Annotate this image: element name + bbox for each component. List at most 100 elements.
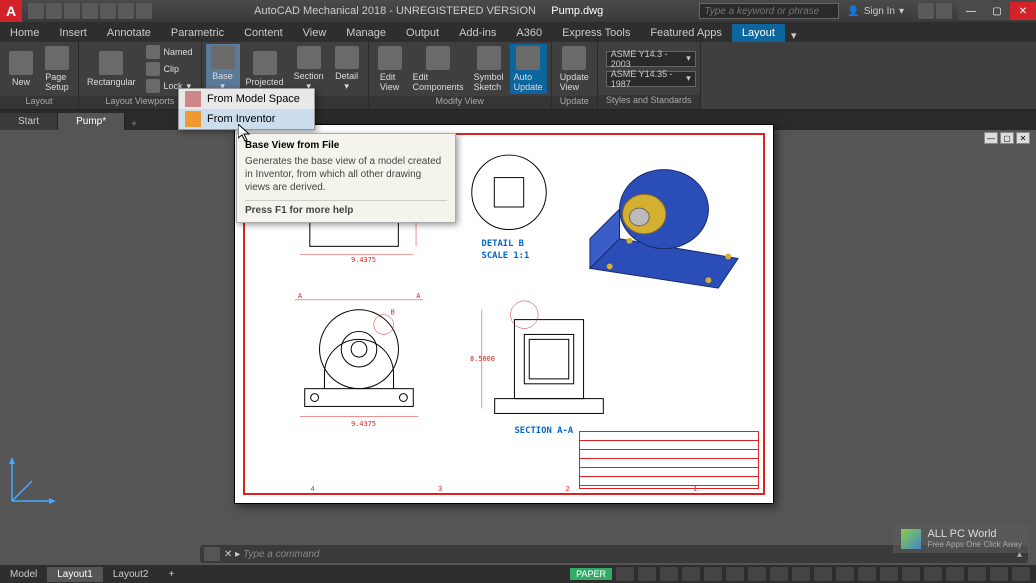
detail-button[interactable]: Detail▾ (330, 44, 364, 94)
tab-view[interactable]: View (293, 24, 337, 42)
status-lock-icon[interactable] (924, 567, 942, 581)
svg-text:SCALE 1:1: SCALE 1:1 (482, 251, 530, 261)
status-lweight-icon[interactable] (748, 567, 766, 581)
layouttab-model[interactable]: Model (0, 567, 47, 582)
viewport-restore-button[interactable]: ▢ (1000, 132, 1014, 144)
tooltip-body: Generates the base view of a model creat… (245, 155, 447, 194)
detail-view[interactable]: DETAIL B SCALE 1:1 (459, 147, 559, 267)
tab-output[interactable]: Output (396, 24, 449, 42)
user-icon: 👤 (847, 6, 859, 17)
status-bar: PAPER (570, 567, 1036, 581)
filetab-start[interactable]: Start (0, 113, 58, 130)
tab-insert[interactable]: Insert (49, 24, 97, 42)
status-paper[interactable]: PAPER (570, 568, 612, 580)
exchange-icon[interactable] (918, 3, 934, 19)
status-quickprops-icon[interactable] (902, 567, 920, 581)
tab-content[interactable]: Content (234, 24, 293, 42)
close-button[interactable]: ✕ (1010, 2, 1036, 20)
qat-new-icon[interactable] (28, 3, 44, 19)
qat-plot-icon[interactable] (100, 3, 116, 19)
status-snap-icon[interactable] (638, 567, 656, 581)
signin-button[interactable]: 👤 Sign In ▾ (839, 6, 912, 17)
page-setup-button[interactable]: Page Setup (40, 44, 74, 94)
panel-update-title: Update (552, 96, 597, 109)
qat-open-icon[interactable] (46, 3, 62, 19)
status-cleanscreen-icon[interactable] (990, 567, 1008, 581)
base-icon (211, 46, 235, 69)
new-layout-button[interactable]: New (4, 44, 38, 94)
cmd-customize-icon[interactable] (204, 547, 220, 561)
new-filetab-button[interactable]: + (125, 119, 143, 130)
status-hardware-icon[interactable] (968, 567, 986, 581)
status-annoscale-icon[interactable] (814, 567, 832, 581)
tab-featured[interactable]: Featured Apps (640, 24, 732, 42)
title-block[interactable] (579, 431, 759, 489)
help-icon[interactable] (936, 3, 952, 19)
update-view-button[interactable]: Update View (556, 44, 593, 94)
style1-combo[interactable]: ASME Y14.3 - 2003▾ (606, 51, 696, 67)
filetab-pump[interactable]: Pump* (58, 113, 125, 130)
qat-redo-icon[interactable] (136, 3, 152, 19)
tab-annotate[interactable]: Annotate (97, 24, 161, 42)
style2-combo[interactable]: ASME Y14.35 - 1987▾ (606, 71, 696, 87)
status-workspace-icon[interactable] (836, 567, 854, 581)
status-transparency-icon[interactable] (770, 567, 788, 581)
tab-manage[interactable]: Manage (336, 24, 396, 42)
clip-button[interactable]: Clip (142, 61, 197, 77)
edit-components-button[interactable]: Edit Components (409, 44, 468, 94)
tab-home[interactable]: Home (0, 24, 49, 42)
status-grid-icon[interactable] (616, 567, 634, 581)
auto-update-button[interactable]: Auto Update (510, 44, 547, 94)
viewport-minimize-button[interactable]: — (984, 132, 998, 144)
app-icon[interactable]: A (0, 0, 22, 22)
ruler-3: 3 (438, 486, 442, 493)
qat-saveas-icon[interactable] (82, 3, 98, 19)
tab-parametric[interactable]: Parametric (161, 24, 234, 42)
ucs-icon[interactable] (4, 449, 64, 509)
section-view[interactable]: SECTION A-A 8.5000 (469, 289, 629, 449)
status-customize-icon[interactable] (1012, 567, 1030, 581)
drawing-area[interactable]: — ▢ ✕ 9.4375 5.5000 (0, 130, 1036, 547)
edit-view-button[interactable]: Edit View (373, 44, 407, 94)
tab-express[interactable]: Express Tools (552, 24, 640, 42)
maximize-button[interactable]: ▢ (984, 2, 1010, 20)
tab-addins[interactable]: Add-ins (449, 24, 506, 42)
status-isolate-icon[interactable] (946, 567, 964, 581)
rectangular-button[interactable]: Rectangular (83, 44, 140, 94)
named-button[interactable]: Named (142, 44, 197, 60)
status-cycling-icon[interactable] (792, 567, 810, 581)
ribbon: New Page Setup Layout Rectangular Named … (0, 42, 1036, 110)
ribbon-expand-icon[interactable]: ▾ (785, 29, 803, 42)
panel-update: Update View Update (552, 42, 598, 109)
help-search-input[interactable] (699, 3, 839, 19)
layouttab-layout2[interactable]: Layout2 (103, 567, 159, 582)
named-icon (146, 45, 160, 59)
dropdown-from-modelspace[interactable]: From Model Space (179, 89, 314, 109)
status-polar-icon[interactable] (682, 567, 700, 581)
status-otrack-icon[interactable] (726, 567, 744, 581)
section-button[interactable]: Section▾ (290, 44, 328, 94)
tab-a360[interactable]: A360 (506, 24, 552, 42)
layouttab-add[interactable]: + (158, 567, 184, 582)
layouttab-layout1[interactable]: Layout1 (47, 567, 103, 582)
minimize-button[interactable]: — (958, 2, 984, 20)
svg-text:A: A (416, 292, 421, 300)
symbol-sketch-button[interactable]: Symbol Sketch (470, 44, 508, 94)
tab-layout[interactable]: Layout (732, 24, 785, 42)
status-annomonitor-icon[interactable] (858, 567, 876, 581)
qat-save-icon[interactable] (64, 3, 80, 19)
update-view-icon (562, 46, 586, 70)
front-view[interactable]: A A 9.4375 B (279, 289, 439, 439)
viewport-close-button[interactable]: ✕ (1016, 132, 1030, 144)
base-button[interactable]: Base▾ (206, 44, 240, 94)
iso-view[interactable] (569, 139, 759, 299)
tooltip-f1: Press F1 for more help (245, 200, 447, 216)
status-osnap-icon[interactable] (704, 567, 722, 581)
svg-text:8.5000: 8.5000 (470, 355, 495, 363)
status-ortho-icon[interactable] (660, 567, 678, 581)
qat-undo-icon[interactable] (118, 3, 134, 19)
watermark-line1: ALL PC World (927, 528, 1022, 540)
projected-button[interactable]: Projected (242, 44, 288, 94)
projected-icon (253, 51, 277, 75)
status-units-icon[interactable] (880, 567, 898, 581)
